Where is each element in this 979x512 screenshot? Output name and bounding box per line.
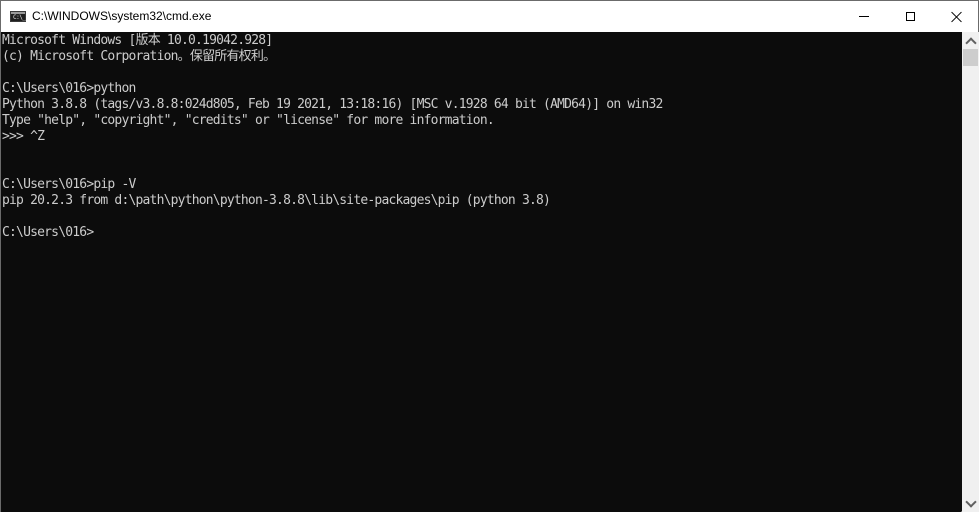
window-title: C:\WINDOWS\system32\cmd.exe bbox=[32, 9, 212, 23]
minimize-button[interactable] bbox=[841, 1, 887, 31]
close-icon bbox=[951, 11, 962, 22]
chevron-down-icon bbox=[964, 495, 977, 508]
scrollbar-thumb[interactable] bbox=[963, 49, 978, 66]
console-line: C:\Users\016>pip -V bbox=[2, 177, 136, 192]
cmd-icon[interactable]: C:\_ bbox=[10, 11, 26, 22]
console-prompt[interactable]: C:\Users\016> bbox=[2, 225, 94, 241]
console-line: C:\Users\016>python bbox=[2, 81, 136, 96]
maximize-icon bbox=[905, 11, 915, 21]
console-line: Python 3.8.8 (tags/v3.8.8:024d805, Feb 1… bbox=[2, 97, 663, 112]
console-line: (c) Microsoft Corporation。保留所有权利。 bbox=[2, 49, 276, 64]
cmd-icon-glyph: C:\_ bbox=[13, 14, 26, 21]
scroll-down-button[interactable] bbox=[962, 495, 979, 512]
console-line: Microsoft Windows [版本 10.0.19042.928] bbox=[2, 33, 273, 48]
console-line: >>> ^Z bbox=[2, 129, 45, 144]
minimize-icon bbox=[859, 15, 869, 17]
console-line: pip 20.2.3 from d:\path\python\python-3.… bbox=[2, 193, 551, 208]
chevron-up-icon bbox=[964, 36, 977, 49]
maximize-button[interactable] bbox=[887, 1, 933, 31]
console-line: Type "help", "copyright", "credits" or "… bbox=[2, 113, 495, 128]
vertical-scrollbar[interactable] bbox=[962, 32, 979, 512]
close-button[interactable] bbox=[933, 1, 979, 31]
title-bar[interactable]: C:\_ C:\WINDOWS\system32\cmd.exe bbox=[1, 1, 978, 32]
console-output[interactable]: Microsoft Windows [版本 10.0.19042.928] (c… bbox=[1, 32, 961, 512]
scroll-up-button[interactable] bbox=[962, 32, 979, 49]
cmd-window: C:\_ C:\WINDOWS\system32\cmd.exe Microso… bbox=[0, 0, 979, 512]
